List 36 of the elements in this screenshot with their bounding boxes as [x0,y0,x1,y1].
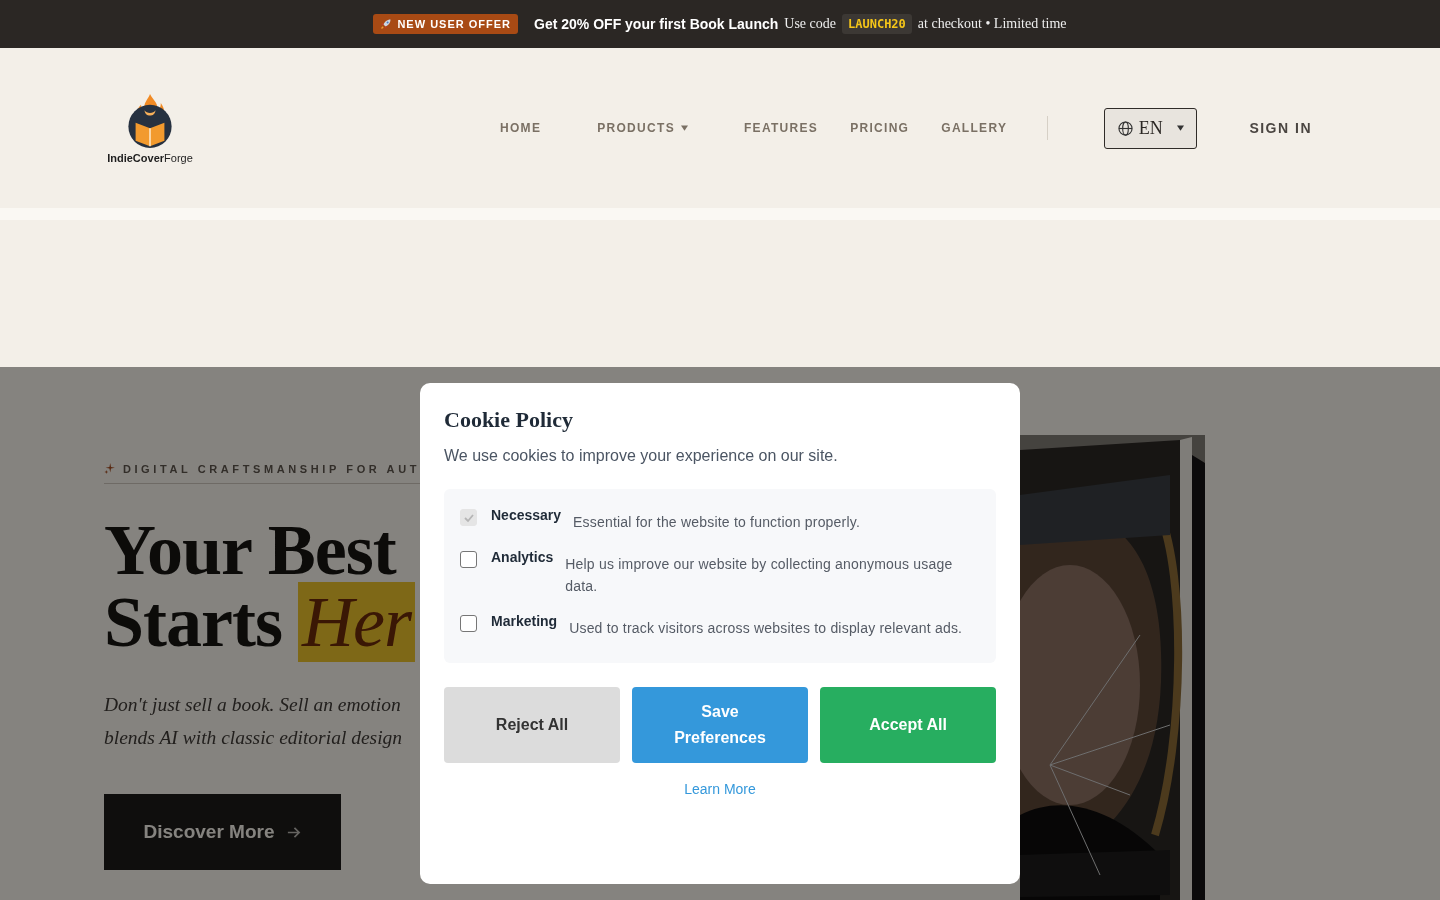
rocket-icon [380,18,393,30]
promo-code: LAUNCH20 [842,14,912,34]
option-description: Used to track visitors across websites to display relevant ads. [569,619,963,638]
option-description: Help us improve our website by collecting anonymous usage data. [565,555,954,596]
hero-subtitle: Don't just sell a book. Sell an emotion [104,693,402,717]
globe-icon [1117,120,1133,136]
option-label: Necessary [491,507,562,523]
accept-button[interactable]: Accept All [820,687,996,763]
offer-headline: Get 20% OFF your first Book Launch [534,16,779,32]
discover-more-button[interactable]: Discover More [104,794,341,870]
language-selector[interactable]: EN [1104,107,1198,149]
checkbox[interactable] [460,551,477,568]
nav-link[interactable]: GALLERY [941,121,1008,135]
caret-icon [1176,125,1184,131]
dialog-text: We use cookies to improve your experience on our site. [444,447,839,465]
sparkle-icon [104,462,115,475]
offer-badge: NEW USER OFFER [373,14,519,34]
save-button[interactable]: Save Preferences [632,687,808,763]
reject-button[interactable]: Reject All [444,687,620,763]
checkbox[interactable] [460,615,477,632]
learn-more-link[interactable]: Learn More [684,781,756,797]
nav-link[interactable]: PRICING [850,121,910,135]
hero-subtitle: blends AI with classic editorial design [104,726,404,750]
nav-link[interactable]: FEATURES [743,121,819,135]
option-label: Analytics [491,549,554,565]
sign-in-link[interactable]: SIGN IN [1249,120,1312,136]
offer-text: at checkout • Limited time [917,16,1067,32]
nav-link[interactable]: PRODUCTS [597,121,688,135]
dialog-title: Cookie Policy [444,407,574,433]
highlighted-word: Her [298,582,415,662]
hero-tagline: DIGITAL CRAFTSMANSHIP FOR AUT [122,462,420,475]
logo-text[interactable]: IndieCoverForge [107,152,193,164]
offer-text: Use code [784,16,836,32]
option-label: Marketing [491,613,558,629]
option-description: Essential for the website to function properly. [573,513,860,532]
nav-link[interactable]: HOME [500,121,542,135]
